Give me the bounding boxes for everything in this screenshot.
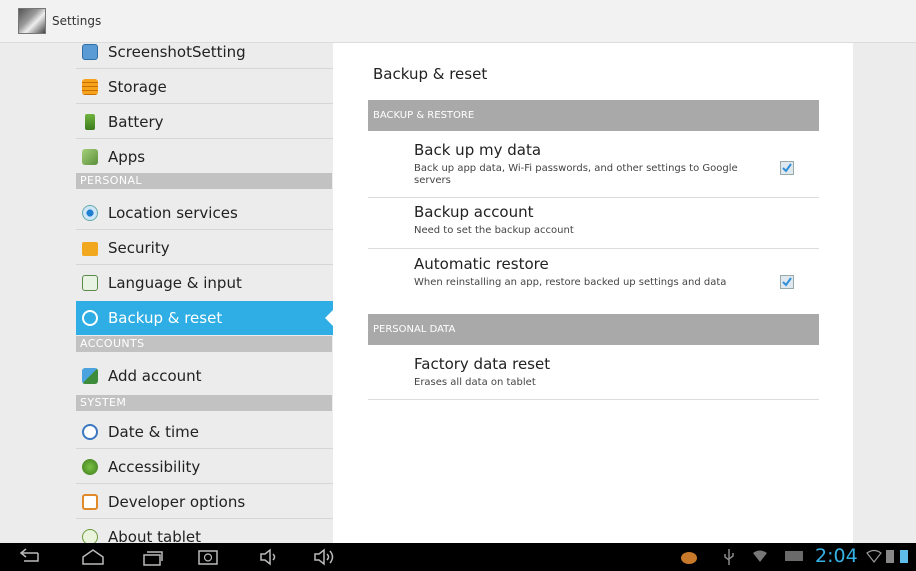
sidebar-item-apps[interactable]: Apps bbox=[76, 140, 333, 173]
sidebar-item-location-services[interactable]: Location services bbox=[76, 196, 333, 230]
storage-icon bbox=[82, 79, 98, 95]
wifi-icon bbox=[752, 548, 768, 568]
app-title: Settings bbox=[52, 14, 102, 28]
divider bbox=[76, 138, 333, 139]
divider bbox=[76, 483, 333, 484]
sidebar-item-label: Apps bbox=[108, 148, 146, 166]
accessibility-icon bbox=[82, 459, 98, 475]
divider bbox=[76, 103, 333, 104]
section-header-personal: PERSONAL bbox=[76, 173, 332, 189]
settings-app-icon[interactable] bbox=[18, 8, 46, 34]
back-up-data-checkbox[interactable] bbox=[780, 161, 794, 175]
section-header-personal-data: PERSONAL DATA bbox=[368, 314, 819, 345]
back-icon[interactable] bbox=[16, 547, 42, 567]
setting-title: Backup account bbox=[414, 203, 534, 221]
section-header-system: SYSTEM bbox=[76, 395, 332, 411]
recent-apps-icon[interactable] bbox=[140, 547, 166, 567]
divider bbox=[76, 264, 333, 265]
setting-backup-account[interactable]: Backup account Need to set the backup ac… bbox=[368, 203, 819, 249]
sidebar-item-battery[interactable]: Battery bbox=[76, 105, 333, 139]
setting-automatic-restore[interactable]: Automatic restore When reinstalling an a… bbox=[368, 255, 819, 313]
status-clock: 2:04 bbox=[815, 545, 858, 567]
developer-icon bbox=[82, 494, 98, 510]
settings-sidebar: ScreenshotSetting Storage Battery Apps P… bbox=[0, 43, 333, 543]
screenshot-icon bbox=[82, 44, 98, 60]
location-icon bbox=[82, 205, 98, 221]
sidebar-item-label: Add account bbox=[108, 367, 202, 385]
automatic-restore-checkbox[interactable] bbox=[780, 275, 794, 289]
sidebar-item-add-account[interactable]: Add account bbox=[76, 359, 333, 393]
sidebar-item-label: Developer options bbox=[108, 493, 246, 511]
sidebar-item-security[interactable]: Security bbox=[76, 231, 333, 265]
clock-icon bbox=[82, 424, 98, 440]
battery-status-icon bbox=[899, 548, 909, 568]
wifi-outline-icon bbox=[866, 548, 882, 568]
sidebar-item-label: Language & input bbox=[108, 274, 242, 292]
language-icon bbox=[82, 275, 98, 291]
lock-icon bbox=[82, 242, 98, 256]
android-notification-icon[interactable] bbox=[680, 549, 698, 569]
section-header-backup-restore: BACKUP & RESTORE bbox=[368, 100, 819, 131]
sidebar-item-backup-reset[interactable]: Backup & reset bbox=[76, 301, 333, 335]
info-icon bbox=[82, 529, 98, 543]
setting-summary: Need to set the backup account bbox=[414, 225, 574, 236]
sidebar-item-label: Date & time bbox=[108, 423, 199, 441]
system-bar: 2:04 bbox=[0, 543, 916, 571]
setting-summary: Erases all data on tablet bbox=[414, 377, 536, 388]
page-title: Backup & reset bbox=[373, 65, 488, 83]
volume-down-icon[interactable] bbox=[258, 547, 284, 567]
setting-back-up-my-data[interactable]: Back up my data Back up app data, Wi-Fi … bbox=[368, 141, 819, 198]
sidebar-item-language-input[interactable]: Language & input bbox=[76, 266, 333, 300]
setting-title: Factory data reset bbox=[414, 355, 551, 373]
divider bbox=[76, 229, 333, 230]
sidebar-item-storage[interactable]: Storage bbox=[76, 70, 333, 104]
signal-icon bbox=[884, 548, 896, 568]
sidebar-item-label: Accessibility bbox=[108, 458, 201, 476]
setting-title: Automatic restore bbox=[414, 255, 549, 273]
setting-factory-data-reset[interactable]: Factory data reset Erases all data on ta… bbox=[368, 355, 819, 400]
add-account-icon bbox=[82, 368, 98, 384]
sidebar-item-label: Storage bbox=[108, 78, 167, 96]
divider bbox=[76, 448, 333, 449]
sidebar-item-accessibility[interactable]: Accessibility bbox=[76, 450, 333, 484]
divider bbox=[76, 68, 333, 69]
sidebar-item-screenshot-setting[interactable]: ScreenshotSetting bbox=[76, 43, 333, 69]
sidebar-item-label: About tablet bbox=[108, 528, 201, 543]
divider bbox=[76, 518, 333, 519]
backup-icon bbox=[82, 310, 98, 326]
sidebar-item-developer-options[interactable]: Developer options bbox=[76, 485, 333, 519]
setting-summary: When reinstalling an app, restore backed… bbox=[414, 277, 727, 288]
gallery-notification-icon bbox=[784, 549, 804, 569]
sidebar-item-label: Location services bbox=[108, 204, 238, 222]
setting-title: Back up my data bbox=[414, 141, 542, 159]
screenshot-icon[interactable] bbox=[196, 547, 222, 567]
sidebar-item-date-time[interactable]: Date & time bbox=[76, 415, 333, 449]
action-bar: Settings bbox=[0, 0, 916, 43]
setting-summary: Back up app data, Wi-Fi passwords, and o… bbox=[414, 163, 738, 186]
content-panel: Backup & reset BACKUP & RESTORE Back up … bbox=[333, 43, 853, 543]
sidebar-item-about-tablet[interactable]: About tablet bbox=[76, 520, 333, 543]
sidebar-item-label: Security bbox=[108, 239, 170, 257]
right-gutter bbox=[853, 43, 916, 543]
sidebar-item-label: ScreenshotSetting bbox=[108, 43, 246, 61]
home-icon[interactable] bbox=[80, 547, 106, 567]
volume-up-icon[interactable] bbox=[312, 547, 340, 567]
battery-icon bbox=[85, 114, 95, 130]
usb-icon bbox=[722, 548, 736, 568]
section-header-accounts: ACCOUNTS bbox=[76, 336, 332, 352]
apps-icon bbox=[82, 149, 98, 165]
sidebar-item-label: Backup & reset bbox=[108, 309, 223, 327]
sidebar-item-label: Battery bbox=[108, 113, 164, 131]
